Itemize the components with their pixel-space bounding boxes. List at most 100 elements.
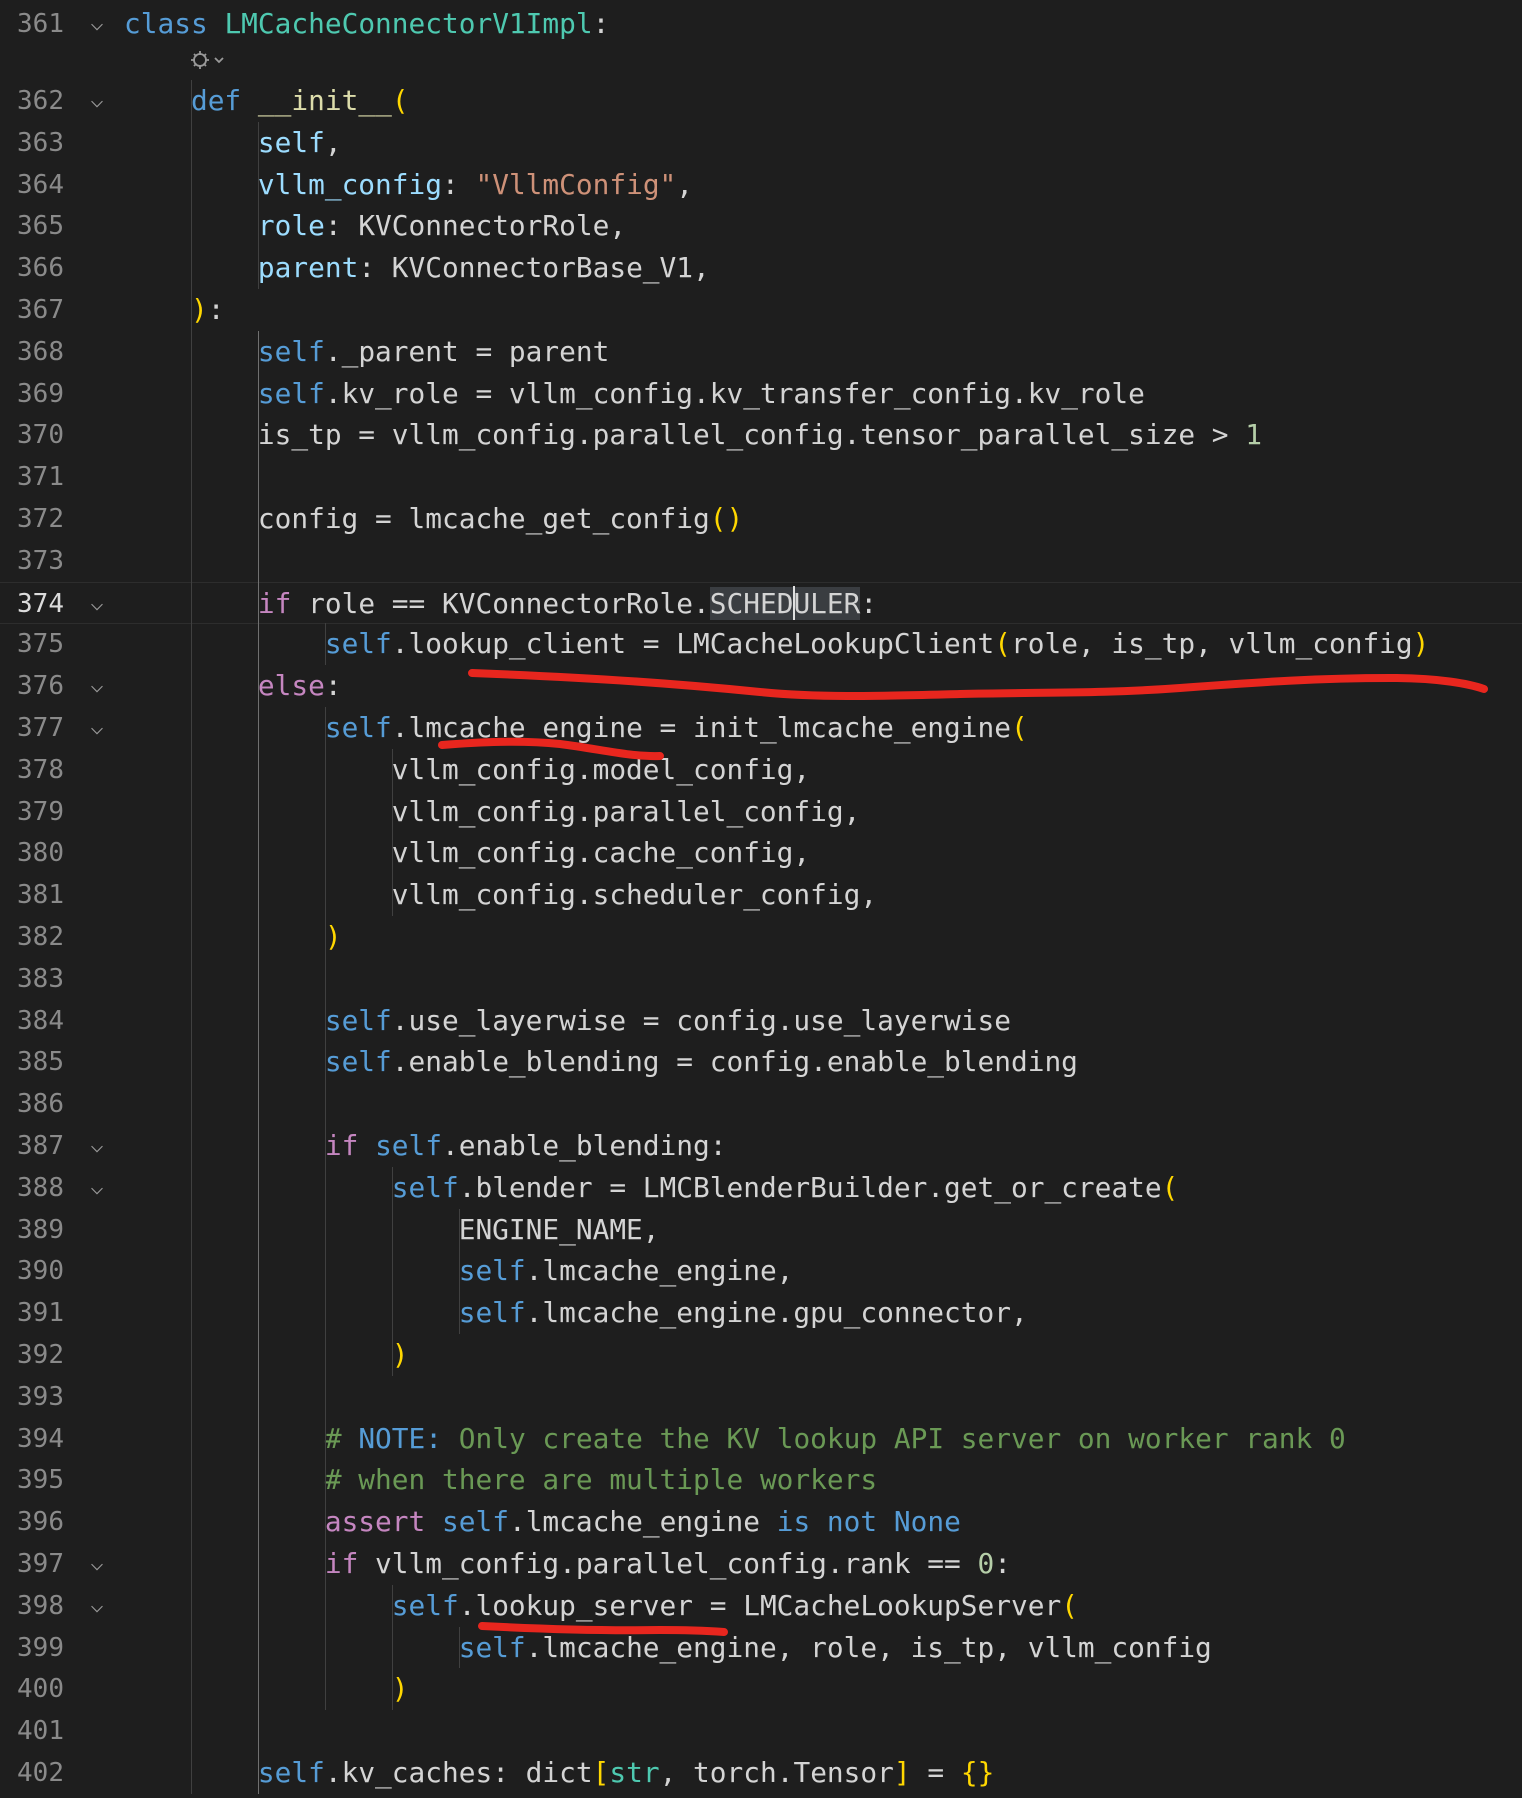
code-token: [ <box>592 1756 610 1789</box>
code-token: role, is_tp, vllm_config <box>1011 627 1413 661</box>
code-line[interactable]: 370 is_tp = vllm_config.parallel_config.… <box>0 414 1522 456</box>
code-line[interactable]: 366 parent: KVConnectorBase_V1, <box>0 247 1522 289</box>
code-line[interactable]: 385 self.enable_blending = config.enable… <box>0 1041 1522 1083</box>
line-number: 382 <box>17 922 64 952</box>
code-text[interactable]: vllm_config.parallel_config, <box>124 791 861 833</box>
indent-guide <box>391 1584 393 1711</box>
copilot-sparkle-icon[interactable] <box>188 46 228 78</box>
code-text[interactable]: self, <box>124 122 342 164</box>
indent-guide <box>391 748 393 916</box>
code-text[interactable]: vllm_config.model_config, <box>124 749 810 791</box>
code-text[interactable]: parent: KVConnectorBase_V1, <box>124 247 710 289</box>
chevron-down-icon[interactable]: ⌵ <box>82 80 112 122</box>
code-line[interactable]: 364 vllm_config: "VllmConfig", <box>0 164 1522 206</box>
code-text[interactable]: ): <box>124 289 225 331</box>
code-line[interactable]: 384 self.use_layerwise = config.use_laye… <box>0 1000 1522 1042</box>
code-text[interactable]: else: <box>124 665 342 707</box>
code-text[interactable]: vllm_config.cache_config, <box>124 832 810 874</box>
code-token: : KVConnectorRole, <box>324 209 627 243</box>
code-line[interactable]: 388 ⌵ self.blender = LMCBlenderBuilder.ge… <box>0 1167 1522 1209</box>
code-line[interactable]: 373 <box>0 540 1522 582</box>
chevron-down-icon[interactable]: ⌵ <box>82 665 112 707</box>
code-text[interactable]: # NOTE: Only create the KV lookup API se… <box>124 1418 1346 1460</box>
code-text[interactable]: def __init__( <box>124 80 409 122</box>
indent-guide <box>324 707 326 1711</box>
code-line[interactable]: 396 assert self.lmcache_engine is not No… <box>0 1501 1522 1543</box>
code-text[interactable]: self.lmcache_engine, role, is_tp, vllm_c… <box>124 1627 1212 1669</box>
code-token: vllm_config.scheduler_config, <box>124 878 878 912</box>
line-number: 368 <box>17 336 64 367</box>
code-text[interactable]: self.lookup_client = LMCacheLookupClient… <box>124 623 1430 665</box>
code-text[interactable]: vllm_config.scheduler_config, <box>124 874 877 916</box>
chevron-down-icon[interactable]: ⌵ <box>82 1543 112 1585</box>
chevron-down-icon[interactable]: ⌵ <box>82 583 112 625</box>
code-text[interactable]: self._parent = parent <box>124 331 609 373</box>
code-line[interactable]: 374 ⌵ if role == KVConnectorRole.SCHEDULE… <box>0 581 1522 625</box>
code-line[interactable]: 395 # when there are multiple workers <box>0 1459 1522 1501</box>
chevron-down-icon[interactable]: ⌵ <box>82 1125 112 1167</box>
code-text[interactable]: if self.enable_blending: <box>124 1125 727 1167</box>
code-line[interactable]: 362 ⌵ def __init__( <box>0 80 1522 122</box>
line-number: 365 <box>17 211 64 242</box>
code-line[interactable]: 392 ) <box>0 1334 1522 1376</box>
code-text[interactable]: if role == KVConnectorRole.SCHEDULER: <box>124 583 877 625</box>
code-line[interactable]: 398 ⌵ self.lookup_server = LMCacheLookupS… <box>0 1585 1522 1627</box>
code-line[interactable]: 382 ) <box>0 916 1522 958</box>
code-line[interactable]: 371 <box>0 456 1522 498</box>
code-text[interactable]: self.enable_blending = config.enable_ble… <box>124 1041 1078 1083</box>
code-text[interactable]: ) <box>124 1668 409 1710</box>
code-line[interactable]: 380 vllm_config.cache_config, <box>0 832 1522 874</box>
code-token: ) <box>391 1338 409 1371</box>
code-line[interactable]: 394 # NOTE: Only create the KV lookup AP… <box>0 1418 1522 1460</box>
code-text[interactable]: assert self.lmcache_engine is not None <box>124 1501 961 1543</box>
code-text[interactable]: self.kv_caches: dict[str, torch.Tensor] … <box>124 1752 994 1794</box>
code-text[interactable]: self.lmcache_engine = init_lmcache_engin… <box>124 707 1028 749</box>
code-line[interactable]: 401 <box>0 1710 1522 1752</box>
code-line[interactable]: 372 config = lmcache_get_config() <box>0 498 1522 540</box>
code-text[interactable]: is_tp = vllm_config.parallel_config.tens… <box>124 414 1262 456</box>
code-text[interactable]: class LMCacheConnectorV1Impl: <box>124 3 609 45</box>
code-line[interactable]: 393 <box>0 1376 1522 1418</box>
code-line[interactable]: 361 ⌵ class LMCacheConnectorV1Impl: <box>0 3 1522 45</box>
code-line[interactable]: 381 vllm_config.scheduler_config, <box>0 874 1522 916</box>
code-line[interactable]: 397 ⌵ if vllm_config.parallel_config.rank… <box>0 1543 1522 1585</box>
code-line[interactable]: 379 vllm_config.parallel_config, <box>0 791 1522 833</box>
code-token: ) <box>190 293 208 326</box>
code-text[interactable]: self.kv_role = vllm_config.kv_transfer_c… <box>124 373 1145 415</box>
line-number: 392 <box>17 1340 64 1370</box>
code-line[interactable]: 402 self.kv_caches: dict[str, torch.Tens… <box>0 1752 1522 1794</box>
code-line[interactable]: 386 <box>0 1083 1522 1125</box>
code-line[interactable]: 400 ) <box>0 1668 1522 1710</box>
code-text[interactable]: self.lmcache_engine.gpu_connector, <box>124 1292 1028 1334</box>
chevron-down-icon[interactable]: ⌵ <box>82 1585 112 1627</box>
code-line[interactable]: 377 ⌵ self.lmcache_engine = init_lmcache_… <box>0 707 1522 749</box>
code-text[interactable]: self.lookup_server = LMCacheLookupServer… <box>124 1585 1078 1627</box>
code-text[interactable]: self.blender = LMCBlenderBuilder.get_or_… <box>124 1167 1179 1209</box>
code-line[interactable]: 367 ): <box>0 289 1522 331</box>
code-text[interactable]: # when there are multiple workers <box>124 1459 877 1501</box>
code-line[interactable]: 368 self._parent = parent <box>0 331 1522 373</box>
code-text[interactable]: vllm_config: "VllmConfig", <box>124 164 693 206</box>
code-line[interactable]: 365 role: KVConnectorRole, <box>0 205 1522 247</box>
code-line[interactable]: 376 ⌵ else: <box>0 665 1522 707</box>
code-line[interactable]: 369 self.kv_role = vllm_config.kv_transf… <box>0 373 1522 415</box>
code-line[interactable]: 389 ENGINE_NAME, <box>0 1209 1522 1251</box>
chevron-down-icon[interactable]: ⌵ <box>82 707 112 749</box>
code-line[interactable]: 378 vllm_config.model_config, <box>0 749 1522 791</box>
code-text[interactable]: role: KVConnectorRole, <box>124 205 626 247</box>
code-token: ) <box>324 920 342 953</box>
code-line[interactable]: 375 self.lookup_client = LMCacheLookupCl… <box>0 623 1522 665</box>
code-text[interactable]: config = lmcache_get_config() <box>124 498 743 540</box>
chevron-down-icon[interactable]: ⌵ <box>82 1167 112 1209</box>
code-text[interactable]: ) <box>124 916 342 958</box>
code-line[interactable]: 383 <box>0 958 1522 1000</box>
code-line[interactable]: 391 self.lmcache_engine.gpu_connector, <box>0 1292 1522 1334</box>
code-editor[interactable]: 361 ⌵ class LMCacheConnectorV1Impl: 362 ⌵ de… <box>0 0 1522 1798</box>
code-line[interactable]: 390 self.lmcache_engine, <box>0 1250 1522 1292</box>
code-token: self <box>257 376 325 410</box>
code-line[interactable]: 399 self.lmcache_engine, role, is_tp, vl… <box>0 1627 1522 1669</box>
chevron-down-icon[interactable]: ⌵ <box>82 3 112 45</box>
code-line[interactable]: 363 self, <box>0 122 1522 164</box>
code-line[interactable]: 387 ⌵ if self.enable_blending: <box>0 1125 1522 1167</box>
code-text[interactable]: ) <box>124 1334 409 1376</box>
